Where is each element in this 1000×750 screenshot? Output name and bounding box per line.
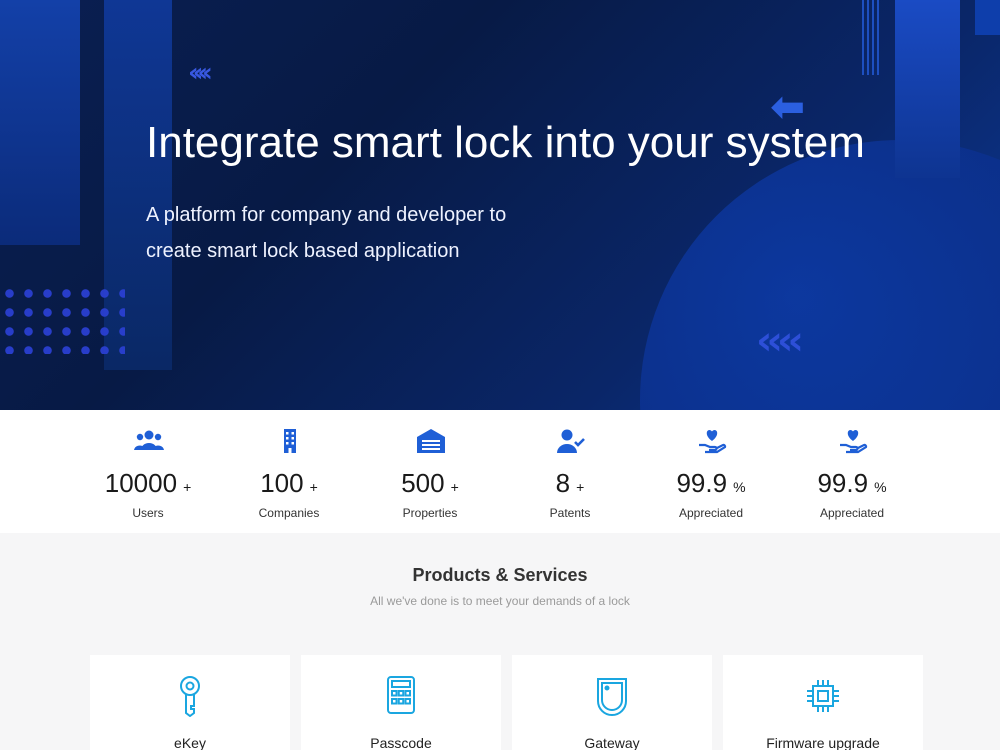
decor-panel (975, 0, 1000, 35)
decor-dot-grid (0, 284, 125, 354)
keypad-icon (387, 676, 415, 714)
decor-panel (0, 0, 80, 245)
section-subtitle: All we've done is to meet your demands o… (370, 594, 630, 608)
gateway-icon (597, 678, 627, 716)
stat-label: Companies (258, 506, 320, 520)
building-icon (284, 429, 296, 453)
hand-heart-icon (840, 430, 868, 454)
decor-panel (895, 0, 960, 178)
decor-arc (640, 140, 1000, 410)
product-card-ekey[interactable]: eKey (90, 655, 290, 750)
users-icon (134, 430, 164, 450)
hero-subtitle-line: create smart lock based application (146, 240, 460, 262)
stat-label: Users (132, 506, 164, 520)
stat-value: 500 + (401, 468, 459, 498)
product-card-firmware-upgrade[interactable]: Firmware upgrade (723, 655, 923, 750)
stat-label: Appreciated (678, 506, 744, 520)
stat-value: 99.9% (676, 468, 746, 498)
decor-stripes (862, 0, 882, 75)
chevrons-left-icon: ‹‹‹‹ (756, 318, 804, 364)
stat-label: Patents (549, 506, 591, 520)
hero-subtitle-line: A platform for company and developer to (146, 204, 507, 226)
stat-value: 99.9% (817, 468, 887, 498)
garage-icon (417, 429, 445, 453)
section-title: Products & Services (412, 565, 588, 585)
product-label: eKey (174, 735, 206, 750)
product-label: Passcode (370, 735, 432, 750)
chevrons-left-icon: ‹‹‹‹ (188, 58, 213, 88)
stat-label: Properties (402, 506, 458, 520)
key-icon (180, 676, 200, 717)
stat-label: Appreciated (819, 506, 885, 520)
product-card-passcode[interactable]: Passcode (301, 655, 501, 750)
stat-value: 8 + (555, 468, 585, 498)
hero-title: Integrate smart lock into your system (146, 118, 865, 167)
product-card-gateway[interactable]: Gateway (512, 655, 712, 750)
chip-icon (807, 680, 839, 712)
hero-subtitle: A platform for company and developer to … (146, 197, 506, 269)
product-label: Gateway (584, 735, 640, 750)
product-label: Firmware upgrade (766, 735, 880, 750)
user-check-icon (557, 429, 585, 453)
stats-bar: 10000 + Users 100 + Companies 500 + Propert… (0, 410, 1000, 533)
hand-heart-icon (699, 430, 727, 454)
stat-value: 100 + (260, 468, 318, 498)
hero-banner: ‹‹‹‹ ‹‹‹‹ ⬅ Integrate smart lock into yo… (0, 0, 1000, 410)
stat-value: 10000 + (104, 468, 192, 498)
